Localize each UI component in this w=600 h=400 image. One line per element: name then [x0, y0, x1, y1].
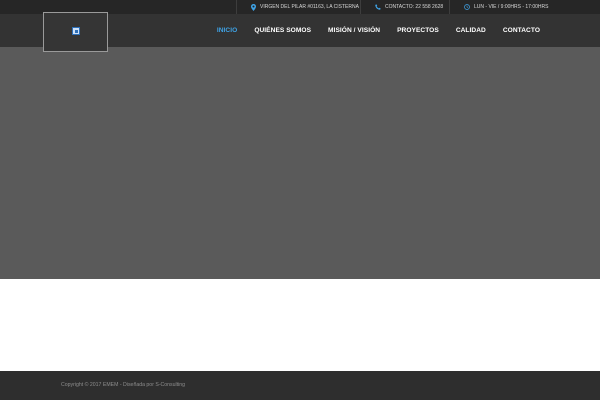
hours-text: LUN - VIE / 9:00HRS - 17:00HRS — [474, 4, 549, 10]
logo-icon — [72, 27, 80, 35]
site-footer: Copyright © 2017 EMEM - Diseñada por S-C… — [0, 371, 600, 400]
content-area — [0, 279, 600, 371]
nav-item-calidad[interactable]: CALIDAD — [456, 27, 486, 34]
phone-icon — [375, 4, 381, 10]
nav-item-quienes-somos[interactable]: QUIÉNES SOMOS — [254, 27, 311, 34]
nav-item-mision-vision[interactable]: MISIÓN / VISIÓN — [328, 27, 380, 34]
nav-item-contacto[interactable]: CONTACTO — [503, 27, 540, 34]
clock-icon — [464, 4, 470, 10]
location-pin-icon — [251, 3, 256, 11]
contact-info: CONTACTO: 22 558 2628 — [360, 0, 443, 14]
hero-banner — [0, 47, 600, 279]
address-info: VIRGEN DEL PILAR #01163, LA CISTERNA — [236, 0, 359, 14]
nav-item-proyectos[interactable]: PROYECTOS — [397, 27, 439, 34]
main-nav: INICIO QUIÉNES SOMOS MISIÓN / VISIÓN PRO… — [217, 14, 540, 47]
nav-item-inicio[interactable]: INICIO — [217, 27, 237, 34]
contact-text[interactable]: CONTACTO: 22 558 2628 — [385, 0, 443, 14]
hours-info: LUN - VIE / 9:00HRS - 17:00HRS — [449, 0, 548, 14]
copyright-text: Copyright © 2017 EMEM - Diseñada por S-C… — [61, 382, 186, 388]
page: VIRGEN DEL PILAR #01163, LA CISTERNA CON… — [0, 0, 600, 400]
site-logo[interactable] — [43, 12, 108, 52]
address-text: VIRGEN DEL PILAR #01163, LA CISTERNA — [260, 4, 359, 10]
